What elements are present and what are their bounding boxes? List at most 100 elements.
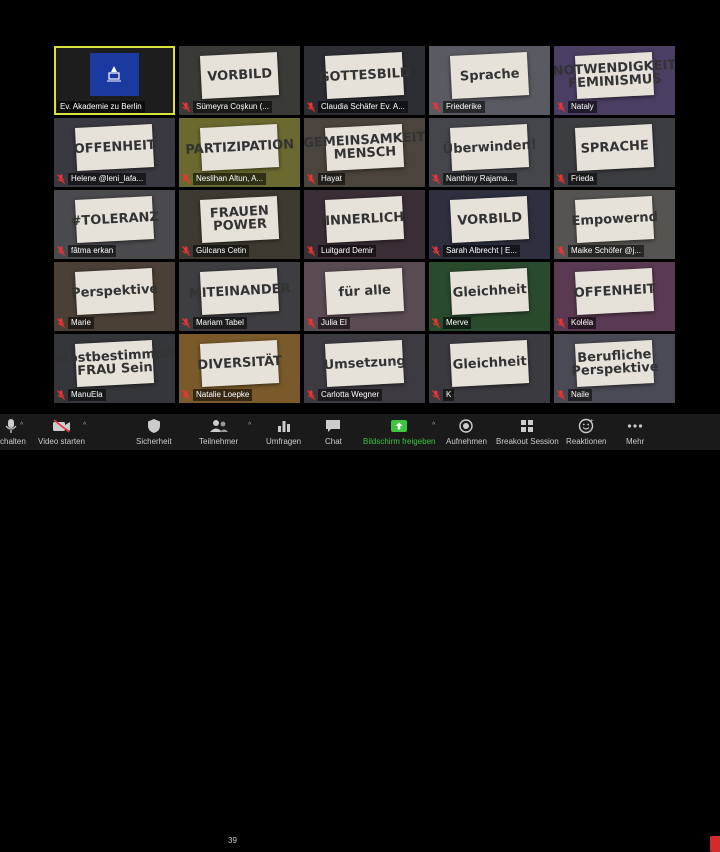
chat-bubble-icon (325, 418, 341, 434)
participant-tile[interactable]: Ev. Akademie zu Berlin (54, 46, 175, 115)
participant-name: Julia El (318, 317, 350, 329)
participant-tile[interactable]: OFFENHEIT Helene @leni_lafa... (54, 118, 175, 187)
participant-tile[interactable]: Umsetzung Carlotta Wegner (304, 334, 425, 403)
participants-label: Teilnehmer (199, 437, 239, 446)
participant-name: Luitgard Demir (318, 245, 377, 257)
participant-tile[interactable]: DIVERSITÄT Natalie Loepke (179, 334, 300, 403)
participant-tile[interactable]: Gleichheit K (429, 334, 550, 403)
participant-tile[interactable]: NOTWENDIGKEIT FEMINISMUS Nataly (554, 46, 675, 115)
polls-button[interactable]: Umfragen (266, 418, 301, 446)
muted-microphone-icon (182, 318, 190, 328)
muted-microphone-icon (432, 246, 440, 256)
muted-microphone-icon (182, 174, 190, 184)
security-button[interactable]: Sicherheit (136, 418, 172, 446)
participant-name: Claudia Schäfer Ev. A... (318, 101, 408, 113)
participants-icon (209, 418, 229, 434)
polls-label: Umfragen (266, 437, 302, 446)
held-sign: Selbstbestimmung FRAU Sein (54, 340, 175, 388)
participant-tile[interactable]: MITEINANDER Mariam Tabel (179, 262, 300, 331)
video-options-caret[interactable]: ^ (83, 422, 86, 429)
participant-name: Merve (443, 317, 472, 329)
participant-label: Mariam Tabel (182, 317, 297, 329)
participant-tile[interactable]: #TOLERANZ fâtma erkan (54, 190, 175, 259)
muted-microphone-icon (57, 246, 65, 256)
participants-button[interactable]: Teilnehmer (199, 418, 238, 446)
end-meeting-button[interactable] (710, 836, 720, 852)
muted-microphone-icon (557, 390, 565, 400)
participant-name: Naile (568, 389, 593, 401)
record-button[interactable]: Aufnehmen (446, 418, 487, 446)
participant-tile[interactable]: VORBILD Sarah Albrecht | E... (429, 190, 550, 259)
poll-chart-icon (277, 418, 291, 434)
held-sign: Berufliche Perspektive (571, 340, 659, 388)
participant-tile[interactable]: Selbstbestimmung FRAU Sein ManuEla (54, 334, 175, 403)
muted-microphone-icon (182, 102, 190, 112)
unmute-label: schalten (0, 437, 26, 446)
participants-options-caret[interactable]: ^ (248, 422, 251, 429)
chat-label: Chat (325, 437, 342, 446)
held-sign: Umsetzung (323, 340, 406, 388)
participant-tile[interactable]: Berufliche Perspektive Naile (554, 334, 675, 403)
participant-name: Frieda (568, 173, 597, 185)
participant-tile[interactable]: für alle Julia El (304, 262, 425, 331)
start-video-button[interactable]: Video starten (38, 418, 85, 446)
participant-name: Marie (68, 317, 95, 329)
held-sign: NOTWENDIGKEIT FEMINISMUS (554, 52, 675, 100)
participant-tile[interactable]: Empowernd Maike Schöfer @j... (554, 190, 675, 259)
more-button[interactable]: Mehr (626, 418, 644, 446)
participant-name: K (443, 389, 455, 401)
muted-microphone-icon (432, 318, 440, 328)
participant-tile[interactable]: INNERLICH Luitgard Demir (304, 190, 425, 259)
muted-microphone-icon (557, 174, 565, 184)
muted-microphone-icon (432, 390, 440, 400)
participant-name: Maike Schöfer @j... (568, 245, 644, 257)
chat-button[interactable]: Chat (325, 418, 342, 446)
held-sign: Empowernd (571, 196, 658, 244)
breakout-session-button[interactable]: Breakout Session (496, 418, 559, 446)
participant-label: Merve (432, 317, 547, 329)
smiley-icon: + (578, 418, 594, 434)
participant-tile[interactable]: FRAUEN POWER Gülcans Cetin (179, 190, 300, 259)
participant-tile[interactable]: VORBILD Sümeyra Coşkun (... (179, 46, 300, 115)
shield-icon (147, 418, 161, 434)
participant-tile[interactable]: Sprache Friederike (429, 46, 550, 115)
participant-tile[interactable]: Perspektive Marie (54, 262, 175, 331)
participant-tile[interactable]: PARTIZIPATION Neslihan Altun, A... (179, 118, 300, 187)
more-dots-icon (627, 418, 643, 434)
participant-tile[interactable]: GEMEINSAMKEIT MENSCH Hayat (304, 118, 425, 187)
participant-label: Natalie Loepke (182, 389, 297, 401)
participant-tile[interactable]: Überwinden! Nanthiny Rajama... (429, 118, 550, 187)
participant-label: Nanthiny Rajama... (432, 173, 547, 185)
reactions-button[interactable]: + Reaktionen (566, 418, 606, 446)
participant-tile[interactable]: GOTTESBILD Claudia Schäfer Ev. A... (304, 46, 425, 115)
muted-microphone-icon (307, 102, 315, 112)
audio-options-caret[interactable]: ^ (20, 422, 23, 429)
participant-label: K (432, 389, 547, 401)
participant-label: Frieda (557, 173, 672, 185)
participant-tile[interactable]: OFFENHEIT Koléla (554, 262, 675, 331)
share-screen-button[interactable]: Bildschirm freigeben (363, 418, 435, 446)
participant-label: Helene @leni_lafa... (57, 173, 172, 185)
held-sign: SPRACHE (574, 124, 655, 172)
participant-label: Sarah Albrecht | E... (432, 245, 547, 257)
muted-microphone-icon (307, 246, 315, 256)
reactions-label: Reaktionen (566, 437, 607, 446)
breakout-session-label: Breakout Session (496, 437, 559, 446)
participant-name: Carlotta Wegner (318, 389, 383, 401)
participant-name: Nanthiny Rajama... (443, 173, 518, 185)
held-sign: Sprache (449, 52, 530, 100)
muted-microphone-icon (182, 246, 190, 256)
participant-tile[interactable]: Gleichheit Merve (429, 262, 550, 331)
participant-label: Nataly (557, 101, 672, 113)
participant-name: Nataly (568, 101, 597, 113)
participant-label: Ev. Akademie zu Berlin (57, 101, 172, 113)
muted-microphone-icon (557, 102, 565, 112)
participant-tile[interactable]: SPRACHE Frieda (554, 118, 675, 187)
share-options-caret[interactable]: ^ (432, 422, 435, 429)
participant-label: fâtma erkan (57, 245, 172, 257)
video-off-icon (52, 418, 72, 434)
participant-label: Koléla (557, 317, 672, 329)
muted-microphone-icon (57, 174, 65, 184)
participant-name: Sümeyra Coşkun (... (193, 101, 272, 113)
participant-name: Sarah Albrecht | E... (443, 245, 521, 257)
